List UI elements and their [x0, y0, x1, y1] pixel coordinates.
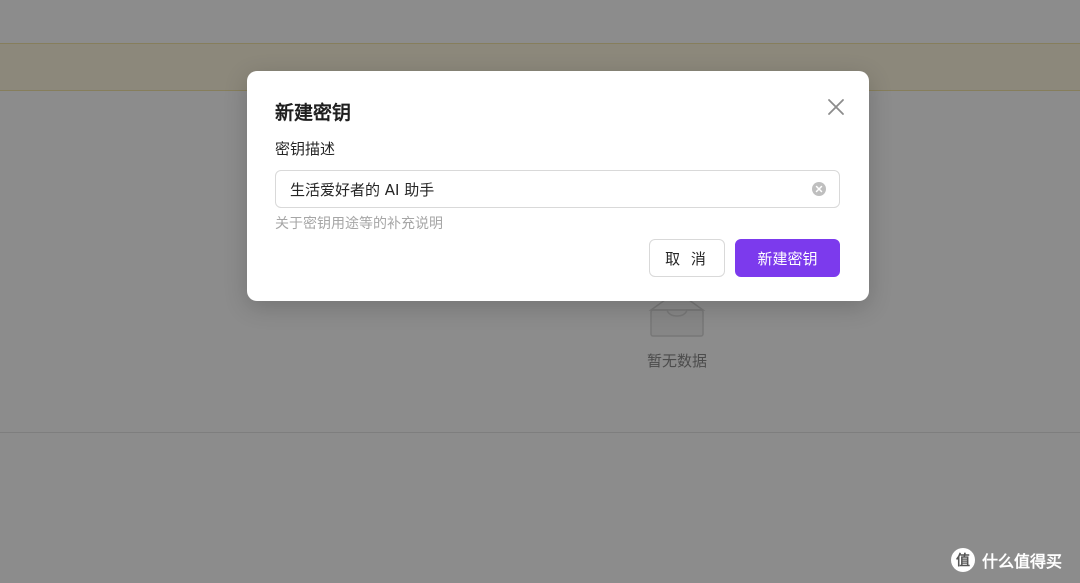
key-description-label: 密钥描述 — [275, 140, 336, 158]
clear-circle-icon[interactable] — [811, 181, 827, 197]
key-description-input-wrap — [275, 170, 840, 208]
close-icon — [828, 99, 844, 115]
close-button[interactable] — [824, 95, 848, 119]
watermark: 值 什么值得买 — [950, 547, 1062, 573]
cancel-button[interactable]: 取 消 — [649, 239, 725, 277]
key-description-hint: 关于密钥用途等的补充说明 — [275, 216, 443, 232]
watermark-text: 什么值得买 — [982, 552, 1063, 571]
key-description-input[interactable] — [276, 171, 806, 207]
new-key-dialog: 新建密钥 密钥描述 关于密钥用途等的补充说明 取 消 新建密钥 — [247, 71, 869, 301]
svg-text:值: 值 — [956, 552, 970, 569]
zhi-logo-icon: 值 — [951, 548, 975, 572]
create-key-button[interactable]: 新建密钥 — [735, 239, 840, 277]
dialog-title: 新建密钥 — [275, 102, 352, 124]
